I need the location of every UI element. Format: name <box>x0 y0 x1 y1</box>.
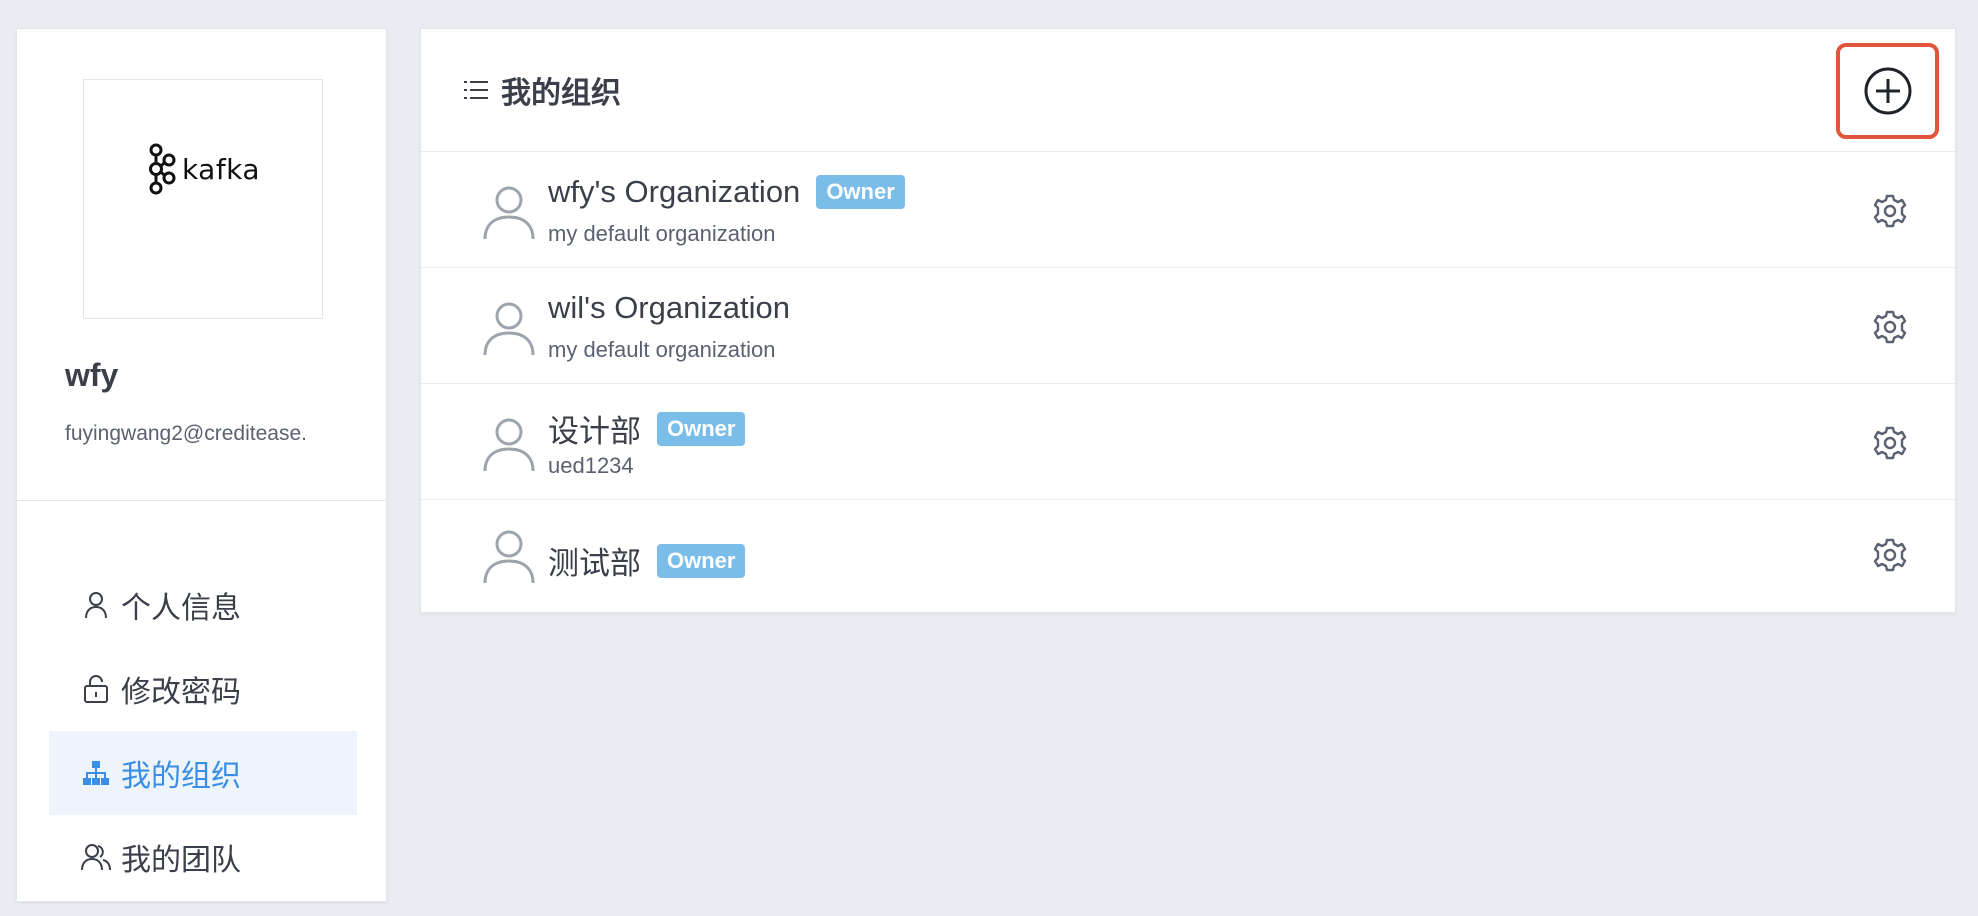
kafka-logo: kafka <box>146 143 260 195</box>
sidebar-item-profile[interactable]: 个人信息 <box>49 563 357 647</box>
owner-badge: Owner <box>657 543 746 578</box>
page-title: 我的组织 <box>501 77 621 110</box>
sidebar-item-label: 我的组织 <box>121 760 241 793</box>
list-item[interactable]: wil's Organization my default organizati… <box>421 268 1955 384</box>
user-icon <box>81 590 111 620</box>
panel-header: 我的组织 <box>421 29 1955 152</box>
sidebar-item-my-teams[interactable]: 我的团队 <box>49 815 357 899</box>
org-name[interactable]: 测试部 <box>548 538 641 583</box>
sidebar-item-label: 修改密码 <box>121 676 241 709</box>
gear-icon[interactable] <box>1873 538 1907 572</box>
user-avatar-icon <box>483 186 535 240</box>
user-avatar-icon <box>483 302 535 356</box>
list-icon <box>463 77 489 103</box>
add-organization-button[interactable] <box>1836 43 1939 139</box>
team-icon <box>81 842 111 872</box>
org-description: my default organization <box>548 221 776 246</box>
avatar: kafka <box>83 79 323 319</box>
org-name-line: 测试部 Owner <box>548 538 746 583</box>
organizations-panel: 我的组织 wfy's Organization Owner my default… <box>420 28 1956 613</box>
user-avatar-icon <box>483 418 535 472</box>
org-name[interactable]: wil's Organization <box>548 290 790 326</box>
sidebar-menu: 个人信息 修改密码 我的组织 我的团队 <box>49 563 357 899</box>
list-item[interactable]: 测试部 Owner <box>421 500 1955 616</box>
sidebar-item-my-organizations[interactable]: 我的组织 <box>49 731 357 815</box>
user-name: wfy <box>65 357 119 393</box>
lock-icon <box>81 674 111 704</box>
gear-icon[interactable] <box>1873 194 1907 228</box>
user-avatar-icon <box>483 530 535 584</box>
profile-sidebar: kafka wfy fuyingwang2@creditease. 个人信息 修… <box>16 28 387 902</box>
kafka-logo-icon <box>148 143 176 195</box>
owner-badge: Owner <box>816 175 905 209</box>
owner-badge: Owner <box>657 411 746 446</box>
logo-text: kafka <box>181 152 261 186</box>
plus-circle-icon <box>1864 67 1911 115</box>
sidebar-divider <box>17 500 386 501</box>
sidebar-item-password[interactable]: 修改密码 <box>49 647 357 731</box>
org-description: my default organization <box>548 337 776 362</box>
org-name[interactable]: wfy's Organization <box>548 174 800 210</box>
gear-icon[interactable] <box>1873 426 1907 460</box>
org-name-line: wil's Organization <box>548 290 790 326</box>
org-chart-icon <box>81 758 111 788</box>
sidebar-item-label: 我的团队 <box>121 844 241 877</box>
org-name[interactable]: 设计部 <box>548 406 641 451</box>
sidebar-item-label: 个人信息 <box>121 592 241 625</box>
user-email: fuyingwang2@creditease. <box>65 422 307 445</box>
list-item[interactable]: 设计部 Owner ued1234 <box>421 384 1955 500</box>
list-item[interactable]: wfy's Organization Owner my default orga… <box>421 152 1955 268</box>
org-description: ued1234 <box>548 453 634 478</box>
gear-icon[interactable] <box>1873 310 1907 344</box>
org-name-line: wfy's Organization Owner <box>548 174 905 210</box>
org-name-line: 设计部 Owner <box>548 406 746 451</box>
